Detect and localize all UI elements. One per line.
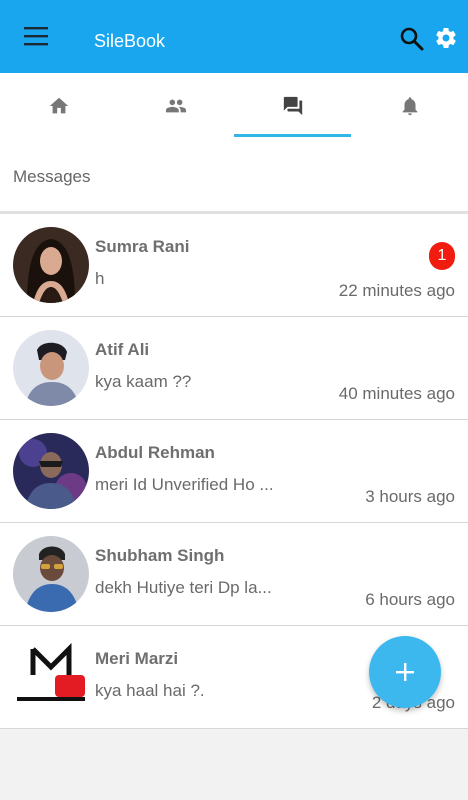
new-message-fab[interactable] (369, 636, 441, 708)
message-preview: kya kaam ?? (95, 372, 192, 391)
contact-name: Sumra Rani (95, 237, 190, 256)
contact-name: Shubham Singh (95, 546, 225, 565)
app-title: SileBook (94, 31, 166, 51)
conversation-item[interactable]: Abdul Rehman meri Id Unverified Ho ... 3… (0, 420, 468, 523)
tab-bar (0, 73, 468, 140)
conversation-item[interactable]: Shubham Singh dekh Hutiye teri Dp la... … (0, 523, 468, 626)
avatar (13, 536, 89, 612)
timestamp: 3 hours ago (365, 487, 455, 506)
contact-name: Atif Ali (95, 340, 150, 359)
search-icon[interactable] (399, 26, 425, 52)
tab-messages[interactable] (234, 73, 351, 139)
message-preview: kya haal hai ?. (95, 681, 205, 700)
section-header: Messages (0, 139, 468, 214)
tab-home[interactable] (0, 73, 117, 139)
people-icon (165, 99, 187, 113)
message-preview: h (95, 269, 105, 288)
hamburger-menu-icon[interactable] (22, 24, 50, 48)
chat-icon (283, 96, 303, 116)
section-title: Messages (13, 167, 91, 186)
plus-icon (396, 663, 414, 681)
avatar-logo (13, 639, 89, 715)
avatar (13, 433, 89, 509)
timestamp: 6 hours ago (365, 590, 455, 609)
tab-friends[interactable] (117, 73, 234, 139)
contact-name: Abdul Rehman (95, 443, 215, 462)
conversation-item[interactable]: Atif Ali kya kaam ?? 40 minutes ago (0, 317, 468, 420)
selected-tab-indicator (234, 134, 351, 137)
message-preview: dekh Hutiye teri Dp la... (95, 578, 272, 597)
app-bar: SileBook (0, 0, 468, 73)
conversation-item[interactable]: Sumra Rani h 1 22 minutes ago (0, 214, 468, 317)
unread-badge: 1 (429, 242, 455, 270)
timestamp: 40 minutes ago (338, 384, 455, 403)
home-icon (49, 97, 69, 114)
avatar (13, 330, 89, 406)
avatar (13, 227, 89, 303)
tab-notifications[interactable] (351, 73, 468, 139)
timestamp: 22 minutes ago (338, 281, 455, 300)
settings-gear-icon[interactable] (434, 26, 458, 50)
bell-icon (402, 97, 418, 116)
contact-name: Meri Marzi (95, 649, 179, 668)
message-preview: meri Id Unverified Ho ... (95, 475, 274, 494)
